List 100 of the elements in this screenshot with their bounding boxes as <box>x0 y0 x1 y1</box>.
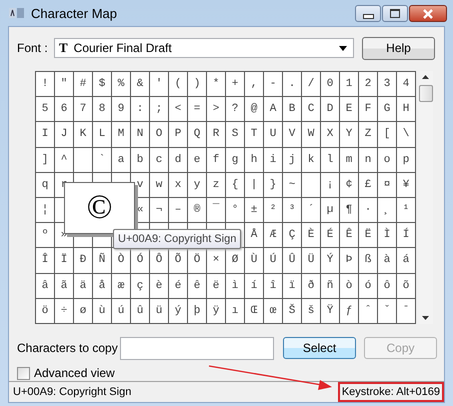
character-cell[interactable]: ¯ <box>207 198 226 224</box>
character-cell[interactable]: D <box>321 97 340 122</box>
advanced-view-checkbox[interactable] <box>17 366 30 380</box>
character-cell[interactable]: % <box>112 72 131 98</box>
character-cell[interactable]: \ <box>397 122 416 148</box>
character-cell[interactable]: ç <box>131 274 150 299</box>
character-cell[interactable]: Ý <box>321 248 340 274</box>
character-cell[interactable]: ¬ <box>150 198 169 224</box>
character-cell[interactable]: z <box>207 172 226 198</box>
character-cell[interactable]: ° <box>226 198 245 224</box>
character-cell[interactable]: ¸ <box>378 198 397 224</box>
character-cell[interactable]: ¥ <box>397 172 416 198</box>
font-dropdown[interactable]: T Courier Final Draft <box>54 38 354 58</box>
character-cell[interactable]: H <box>397 97 416 122</box>
character-cell[interactable]: g <box>226 148 245 173</box>
character-cell[interactable]: W <box>302 122 321 148</box>
character-cell[interactable]: Ï <box>55 248 74 274</box>
scroll-up-icon[interactable] <box>422 75 429 79</box>
character-cell[interactable]: û <box>131 298 150 324</box>
character-cell[interactable]: – <box>169 198 188 224</box>
character-cell[interactable]: Š <box>283 298 302 324</box>
character-cell[interactable]: E <box>340 97 359 122</box>
character-cell[interactable]: ı <box>226 298 245 324</box>
character-cell[interactable]: b <box>131 148 150 173</box>
character-cell[interactable]: Ü <box>302 248 321 274</box>
character-cell[interactable]: 5 <box>36 97 55 122</box>
character-cell[interactable]: ã <box>55 274 74 299</box>
character-cell[interactable]: ÷ <box>55 298 74 324</box>
select-button[interactable]: Select <box>283 337 356 359</box>
character-cell[interactable]: š <box>302 298 321 324</box>
character-cell[interactable]: F <box>359 97 378 122</box>
character-grid[interactable] <box>35 71 416 324</box>
character-cell[interactable]: è <box>150 274 169 299</box>
character-cell[interactable]: x <box>169 172 188 198</box>
character-cell[interactable]: ~ <box>283 172 302 198</box>
character-cell[interactable]: ¦ <box>36 198 55 224</box>
character-cell[interactable]: · <box>359 198 378 224</box>
character-cell[interactable]: m <box>340 148 359 173</box>
character-cell[interactable]: Ú <box>264 248 283 274</box>
character-cell[interactable]: A <box>264 97 283 122</box>
character-cell[interactable]: ! <box>36 72 55 98</box>
character-cell[interactable]: ` <box>93 148 112 173</box>
character-cell[interactable]: o <box>378 148 397 173</box>
character-cell[interactable]: y <box>188 172 207 198</box>
character-cell[interactable]: ú <box>112 298 131 324</box>
character-cell[interactable]: ^ <box>55 148 74 173</box>
character-cell[interactable]: æ <box>112 274 131 299</box>
character-cell[interactable]: # <box>74 72 93 98</box>
character-cell[interactable]: R <box>207 122 226 148</box>
character-cell[interactable]: " <box>55 72 74 98</box>
character-cell[interactable]: 2 <box>359 72 378 98</box>
character-cell[interactable]: ˉ <box>397 298 416 324</box>
character-cell[interactable]: l <box>321 148 340 173</box>
character-cell[interactable]: q <box>36 172 55 198</box>
character-cell[interactable]: 9 <box>112 97 131 122</box>
character-cell[interactable]: É <box>321 223 340 248</box>
character-cell[interactable]: = <box>188 97 207 122</box>
character-cell[interactable]: I <box>36 122 55 148</box>
help-button[interactable]: Help <box>362 36 435 60</box>
character-cell[interactable]: c <box>150 148 169 173</box>
character-cell[interactable]: . <box>283 72 302 98</box>
character-cell[interactable]: ˆ <box>359 298 378 324</box>
character-cell[interactable]: Å <box>245 223 264 248</box>
character-cell[interactable]: T <box>245 122 264 148</box>
character-cell[interactable]: Ç <box>283 223 302 248</box>
character-cell[interactable]: ( <box>169 72 188 98</box>
character-cell[interactable]: j <box>283 148 302 173</box>
character-cell[interactable]: ñ <box>321 274 340 299</box>
character-cell[interactable]: Ê <box>340 223 359 248</box>
maximize-button[interactable] <box>382 5 408 22</box>
empty-cell[interactable] <box>74 148 93 173</box>
character-cell[interactable]: ¶ <box>340 198 359 224</box>
character-cell[interactable]: e <box>188 148 207 173</box>
character-cell[interactable]: 6 <box>55 97 74 122</box>
character-cell[interactable]: V <box>283 122 302 148</box>
character-cell[interactable]: / <box>302 72 321 98</box>
character-cell[interactable]: i <box>264 148 283 173</box>
character-cell[interactable]: - <box>264 72 283 98</box>
character-cell[interactable]: Û <box>283 248 302 274</box>
character-cell[interactable]: È <box>302 223 321 248</box>
character-cell[interactable]: ) <box>188 72 207 98</box>
character-cell[interactable]: é <box>169 274 188 299</box>
character-cell[interactable]: 3 <box>378 72 397 98</box>
character-cell[interactable]: Z <box>359 122 378 148</box>
character-cell[interactable]: J <box>55 122 74 148</box>
character-cell[interactable]: ? <box>226 97 245 122</box>
character-cell[interactable]: ƒ <box>340 298 359 324</box>
character-cell[interactable]: k <box>302 148 321 173</box>
character-cell[interactable]: Ù <box>245 248 264 274</box>
character-cell[interactable]: X <box>321 122 340 148</box>
character-cell[interactable]: ; <box>150 97 169 122</box>
character-cell[interactable]: Ë <box>359 223 378 248</box>
character-cell[interactable]: $ <box>93 72 112 98</box>
character-cell[interactable]: ì <box>226 274 245 299</box>
character-cell[interactable]: & <box>131 72 150 98</box>
character-cell[interactable]: ö <box>36 298 55 324</box>
character-cell[interactable]: Œ <box>245 298 264 324</box>
character-cell[interactable]: U <box>264 122 283 148</box>
character-cell[interactable]: B <box>283 97 302 122</box>
character-cell[interactable]: 8 <box>93 97 112 122</box>
